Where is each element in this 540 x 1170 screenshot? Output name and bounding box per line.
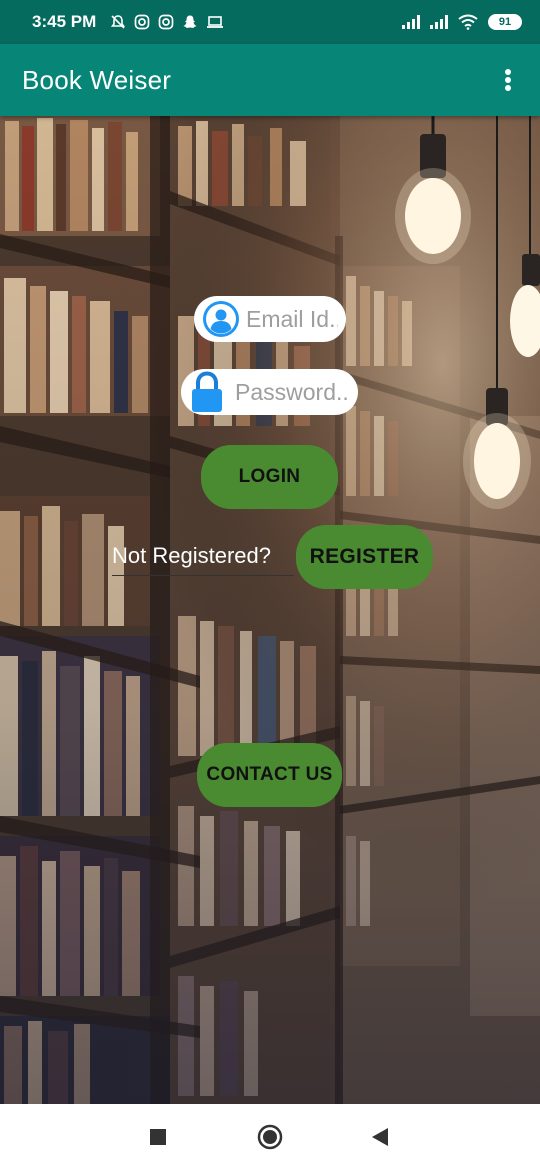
contact-us-button[interactable]: CONTACT US xyxy=(197,743,342,807)
back-triangle-icon[interactable] xyxy=(371,1127,389,1147)
home-circle-icon[interactable] xyxy=(257,1124,283,1150)
wifi-icon xyxy=(458,14,478,30)
signal-icon xyxy=(402,15,420,29)
library-background-image xyxy=(0,116,540,1104)
laptop-icon xyxy=(207,16,224,28)
overflow-menu-icon[interactable] xyxy=(498,65,518,95)
not-registered-text: Not Registered? xyxy=(112,543,294,576)
app-bar: Book Weiser xyxy=(0,44,540,116)
lock-icon xyxy=(192,371,222,412)
password-input[interactable] xyxy=(225,378,350,406)
status-bar: 3:45 PM 91 xyxy=(0,0,540,44)
notification-icons xyxy=(110,14,224,30)
recents-square-icon[interactable] xyxy=(150,1129,166,1145)
navigation-bar xyxy=(0,1104,540,1170)
app-title: Book Weiser xyxy=(22,64,172,95)
instagram-icon xyxy=(134,14,150,30)
bell-off-icon xyxy=(111,15,126,29)
email-input[interactable] xyxy=(240,305,338,333)
system-icons: 91 xyxy=(402,14,522,30)
login-button[interactable]: LOGIN xyxy=(201,445,338,509)
instagram-icon xyxy=(158,14,174,30)
password-field[interactable] xyxy=(181,369,358,415)
battery-icon: 91 xyxy=(488,14,522,30)
register-button[interactable]: REGISTER xyxy=(296,525,433,589)
signal-icon xyxy=(430,15,448,29)
email-field[interactable] xyxy=(194,296,346,342)
app-screen: 3:45 PM 91 Book Weiser Email Id.. LOGIN … xyxy=(0,0,540,1170)
snapchat-icon xyxy=(183,15,197,28)
status-time: 3:45 PM xyxy=(32,12,97,31)
user-avatar-icon xyxy=(203,301,239,337)
